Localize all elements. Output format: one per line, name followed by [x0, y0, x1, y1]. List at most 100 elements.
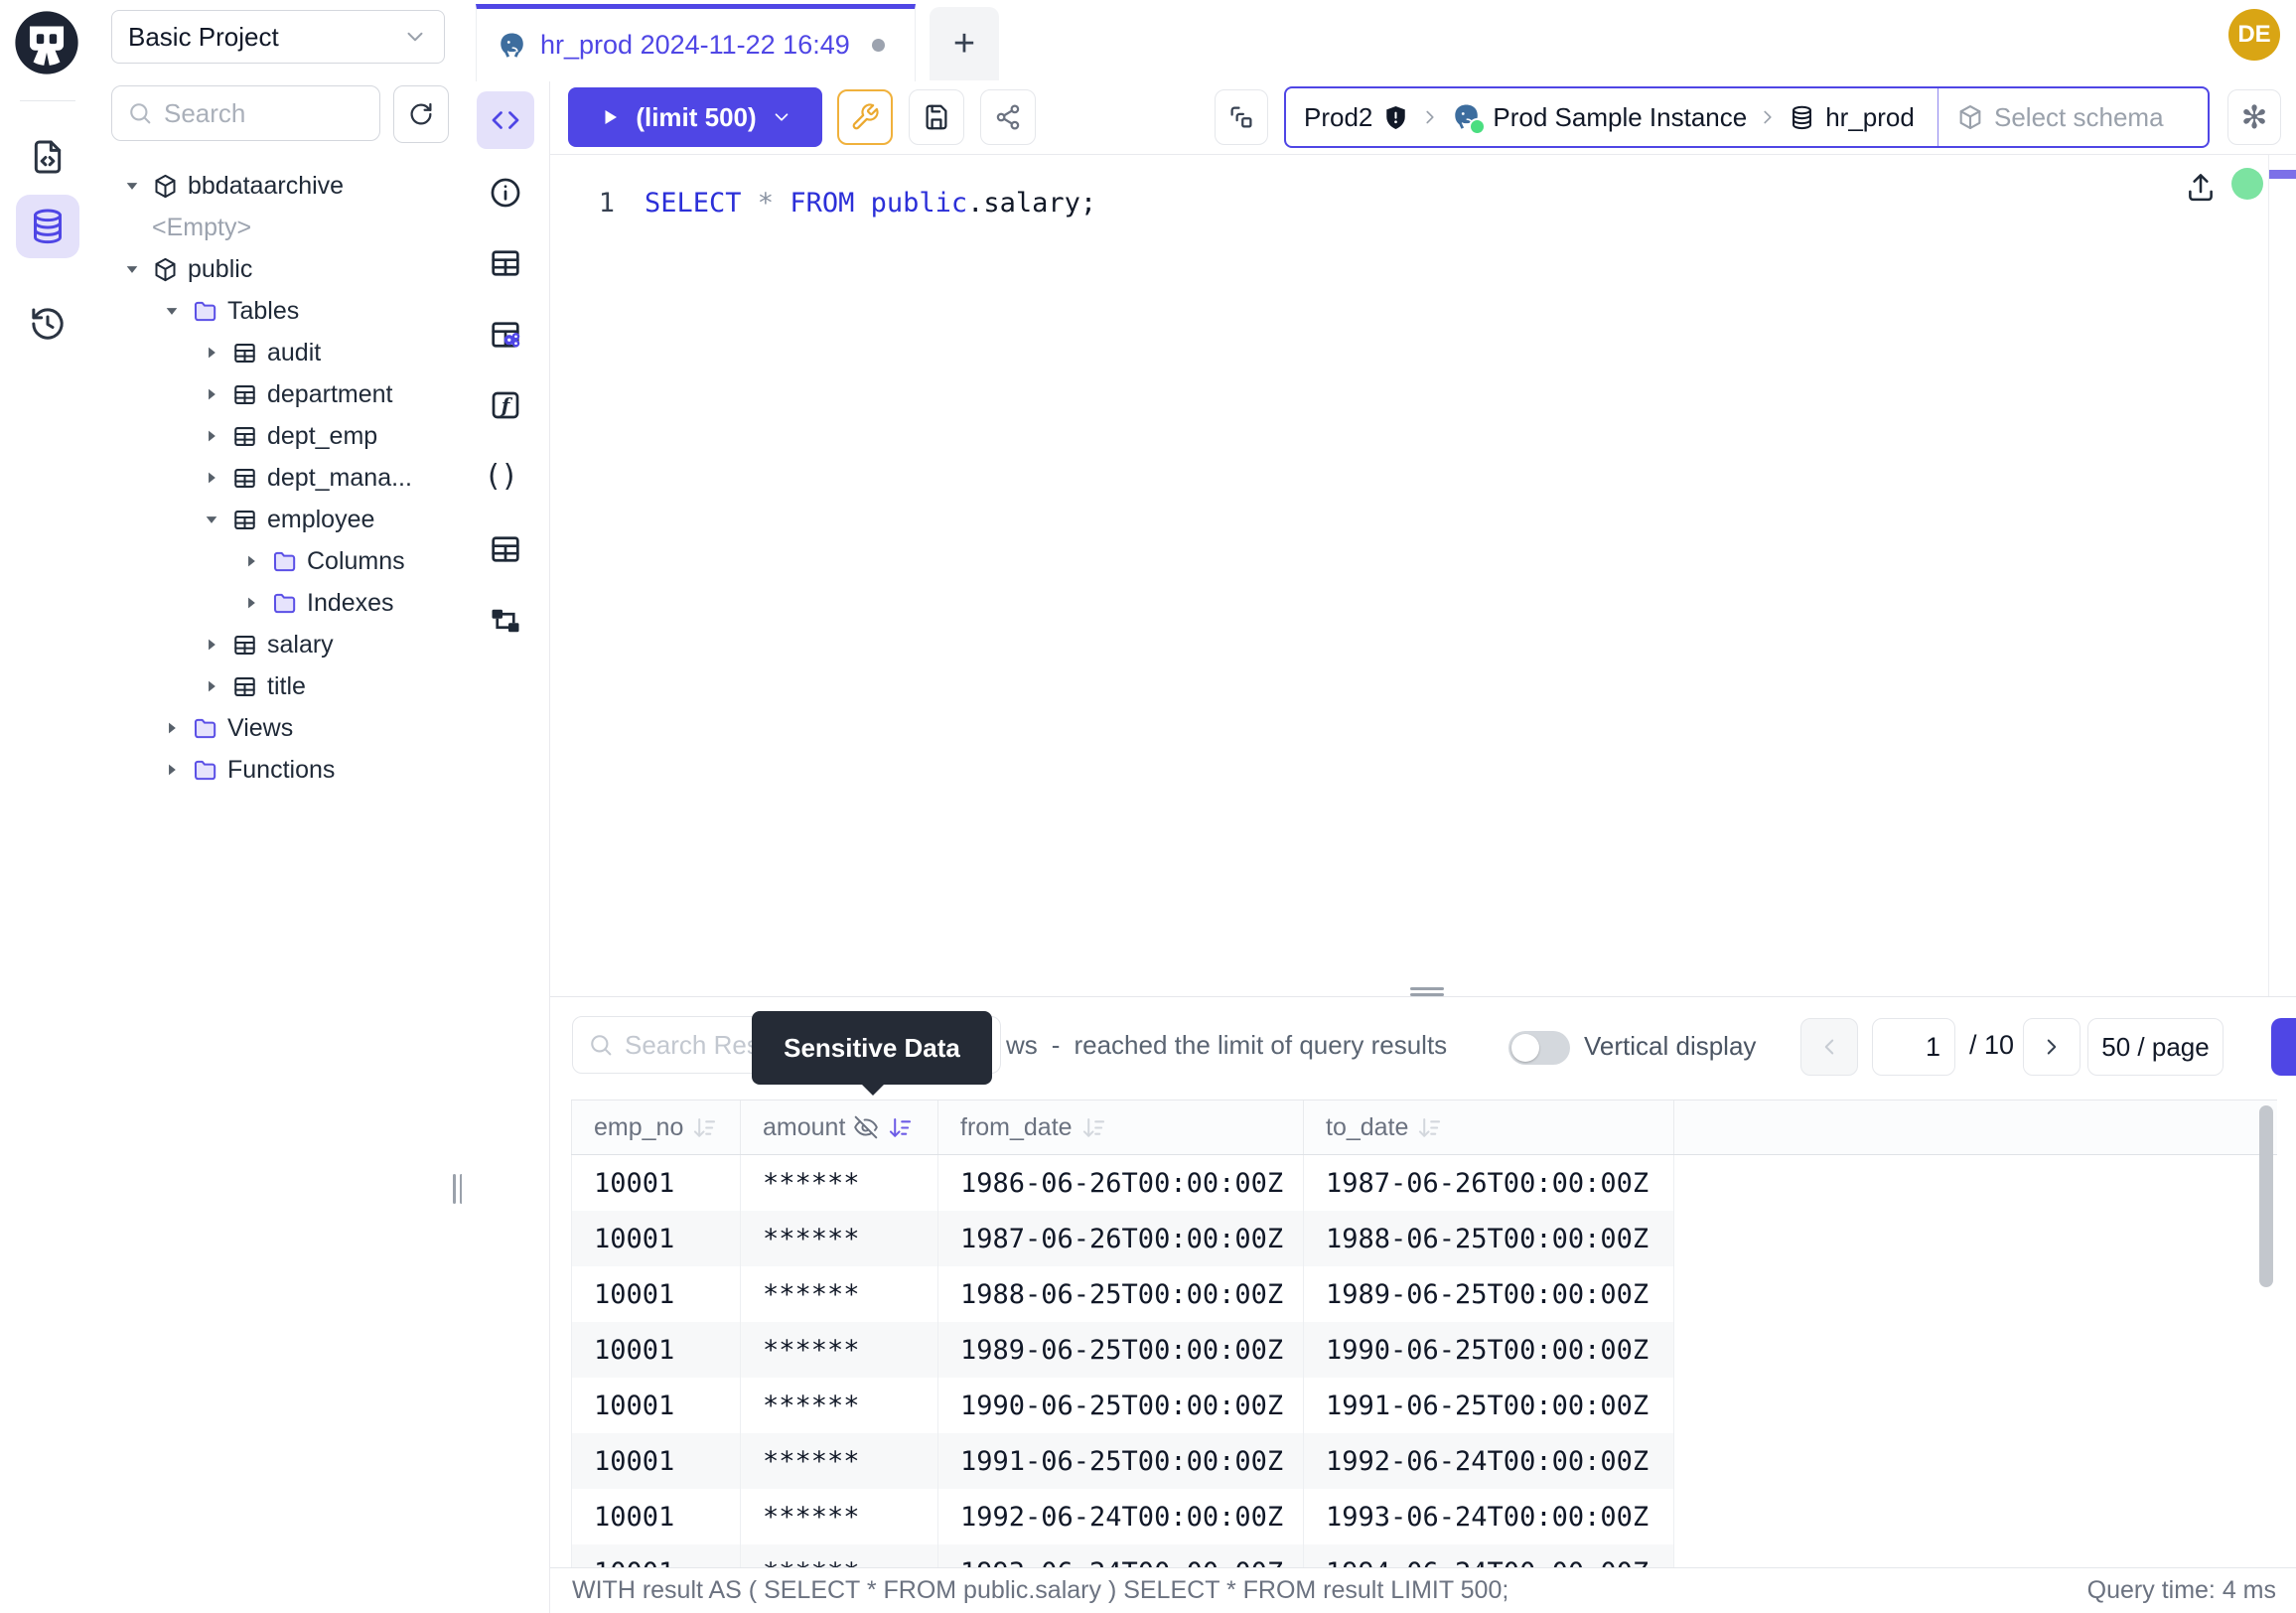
page-number-input[interactable]: 1 [1872, 1018, 1955, 1076]
sort-descending-icon[interactable] [1080, 1114, 1107, 1141]
table-cell[interactable]: ****** [741, 1544, 938, 1568]
save-button[interactable] [909, 89, 964, 145]
masked-data-button[interactable] [477, 306, 534, 364]
code-view-button[interactable] [477, 91, 534, 149]
results-scrollbar[interactable] [2259, 1105, 2273, 1287]
batch-mode-button[interactable] [1215, 89, 1268, 145]
table-row[interactable]: 10001******1989-06-25T00:00:00Z1990-06-2… [571, 1322, 2277, 1378]
table-cell[interactable]: 10001 [571, 1322, 741, 1378]
table-cell[interactable]: 10001 [571, 1433, 741, 1489]
tree-item-functions[interactable]: Functions [95, 749, 462, 791]
rail-database-button[interactable] [16, 195, 79, 258]
select-schema-button[interactable]: Select schema [1938, 88, 2182, 146]
table-cell[interactable]: 1990-06-25T00:00:00Z [1304, 1322, 1674, 1378]
table-cell[interactable]: 1993-06-24T00:00:00Z [1304, 1489, 1674, 1544]
sort-descending-icon[interactable] [1416, 1114, 1443, 1141]
tree-item-title[interactable]: title [95, 665, 462, 707]
table-cell[interactable]: 1986-06-26T00:00:00Z [938, 1155, 1304, 1211]
table-cell[interactable]: 1994-06-24T00:00:00Z [1304, 1544, 1674, 1568]
caret-right-icon[interactable] [201, 425, 222, 447]
table-cell[interactable]: 1988-06-25T00:00:00Z [938, 1266, 1304, 1322]
caret-right-icon[interactable] [201, 383, 222, 405]
table-cell[interactable]: 1988-06-25T00:00:00Z [1304, 1211, 1674, 1266]
table-cell[interactable]: 10001 [571, 1266, 741, 1322]
caret-right-icon[interactable] [161, 759, 183, 781]
tree-item-tables[interactable]: Tables [95, 290, 462, 332]
caret-right-icon[interactable] [201, 342, 222, 364]
prev-page-button[interactable] [1800, 1018, 1858, 1076]
sql-editor[interactable]: 1 SELECT * FROM public.salary; [550, 155, 2296, 996]
user-avatar[interactable]: DE [2228, 9, 2280, 61]
upload-icon[interactable] [2184, 170, 2218, 204]
schema-diagram-button[interactable] [477, 592, 534, 650]
table-cell[interactable]: ****** [741, 1322, 938, 1378]
table-row[interactable]: 10001******1990-06-25T00:00:00Z1991-06-2… [571, 1378, 2277, 1433]
bytebase-logo-icon[interactable] [14, 10, 79, 75]
functions-panel-button[interactable]: f [477, 376, 534, 434]
project-selector[interactable]: Basic Project [111, 10, 445, 64]
column-header-from_date[interactable]: from_date [938, 1100, 1304, 1154]
column-header-emp_no[interactable]: emp_no [571, 1100, 741, 1154]
table-cell[interactable]: ****** [741, 1266, 938, 1322]
table-cell[interactable]: ****** [741, 1155, 938, 1211]
tree-item-indexes[interactable]: Indexes [95, 582, 462, 624]
caret-down-icon[interactable] [201, 509, 222, 530]
sort-descending-icon[interactable] [887, 1114, 914, 1141]
connection-breadcrumb[interactable]: Prod2 Prod Sample Instance hr_prod [1284, 86, 2210, 148]
table-row[interactable]: 10001******1987-06-26T00:00:00Z1988-06-2… [571, 1211, 2277, 1266]
table-cell[interactable]: 10001 [571, 1155, 741, 1211]
tree-item-dept-emp[interactable]: dept_emp [95, 415, 462, 457]
tree-item-bbdataarchive[interactable]: bbdataarchive [95, 165, 462, 207]
table-cell[interactable]: ****** [741, 1489, 938, 1544]
table-row[interactable]: 10001******1993-06-24T00:00:00Z1994-06-2… [571, 1544, 2277, 1568]
page-size-select[interactable]: 50 / page [2087, 1018, 2224, 1076]
column-header-amount[interactable]: amount [741, 1100, 938, 1154]
admin-wrench-button[interactable] [837, 89, 893, 145]
caret-down-icon[interactable] [121, 258, 143, 280]
run-query-button[interactable]: (limit 500) [568, 87, 822, 147]
tree-item-columns[interactable]: Columns [95, 540, 462, 582]
table-cell[interactable]: 10001 [571, 1378, 741, 1433]
tree-item-department[interactable]: department [95, 373, 462, 415]
panel-resize-handle[interactable] [1410, 987, 1444, 1000]
sidebar-search-input[interactable]: Search [111, 85, 380, 141]
tree-item-audit[interactable]: audit [95, 332, 462, 373]
table-cell[interactable]: 1992-06-24T00:00:00Z [938, 1489, 1304, 1544]
worksheet-tab[interactable]: hr_prod 2024-11-22 16:49 [476, 4, 916, 81]
caret-right-icon[interactable] [201, 675, 222, 697]
new-tab-button[interactable]: + [930, 7, 999, 80]
table-row[interactable]: 10001******1986-06-26T00:00:00Z1987-06-2… [571, 1155, 2277, 1211]
table-cell[interactable]: 1993-06-24T00:00:00Z [938, 1544, 1304, 1568]
sort-descending-icon[interactable] [691, 1114, 718, 1141]
caret-right-icon[interactable] [161, 717, 183, 739]
tables-panel-button[interactable] [477, 234, 534, 292]
table-row[interactable]: 10001******1991-06-25T00:00:00Z1992-06-2… [571, 1433, 2277, 1489]
table-cell[interactable]: ****** [741, 1433, 938, 1489]
table-cell[interactable]: 1991-06-25T00:00:00Z [1304, 1378, 1674, 1433]
caret-down-icon[interactable] [121, 175, 143, 197]
table-cell[interactable]: 1989-06-25T00:00:00Z [1304, 1266, 1674, 1322]
table-cell[interactable]: ****** [741, 1378, 938, 1433]
caret-right-icon[interactable] [240, 592, 262, 614]
rail-history-button[interactable] [16, 292, 79, 356]
vertical-display-toggle[interactable] [1508, 1031, 1570, 1065]
table-cell[interactable]: 1987-06-26T00:00:00Z [1304, 1155, 1674, 1211]
table-cell[interactable]: 10001 [571, 1211, 741, 1266]
table-row[interactable]: 10001******1992-06-24T00:00:00Z1993-06-2… [571, 1489, 2277, 1544]
tree-item-dept-mana[interactable]: dept_mana... [95, 457, 462, 499]
caret-right-icon[interactable] [201, 467, 222, 489]
info-button[interactable] [477, 164, 534, 221]
eye-off-icon[interactable] [853, 1114, 879, 1140]
procedures-panel-button[interactable]: () [477, 448, 534, 506]
tree-item-views[interactable]: Views [95, 707, 462, 749]
table-cell[interactable]: 10001 [571, 1544, 741, 1568]
table-cell[interactable]: 1991-06-25T00:00:00Z [938, 1433, 1304, 1489]
column-header-to_date[interactable]: to_date [1304, 1100, 1674, 1154]
views-panel-button[interactable] [477, 520, 534, 578]
caret-right-icon[interactable] [201, 634, 222, 656]
table-cell[interactable]: 10001 [571, 1489, 741, 1544]
tree-item-employee[interactable]: employee [95, 499, 462, 540]
ai-assistant-button[interactable]: ✻ [2227, 89, 2281, 145]
caret-right-icon[interactable] [240, 550, 262, 572]
table-cell[interactable]: ****** [741, 1211, 938, 1266]
